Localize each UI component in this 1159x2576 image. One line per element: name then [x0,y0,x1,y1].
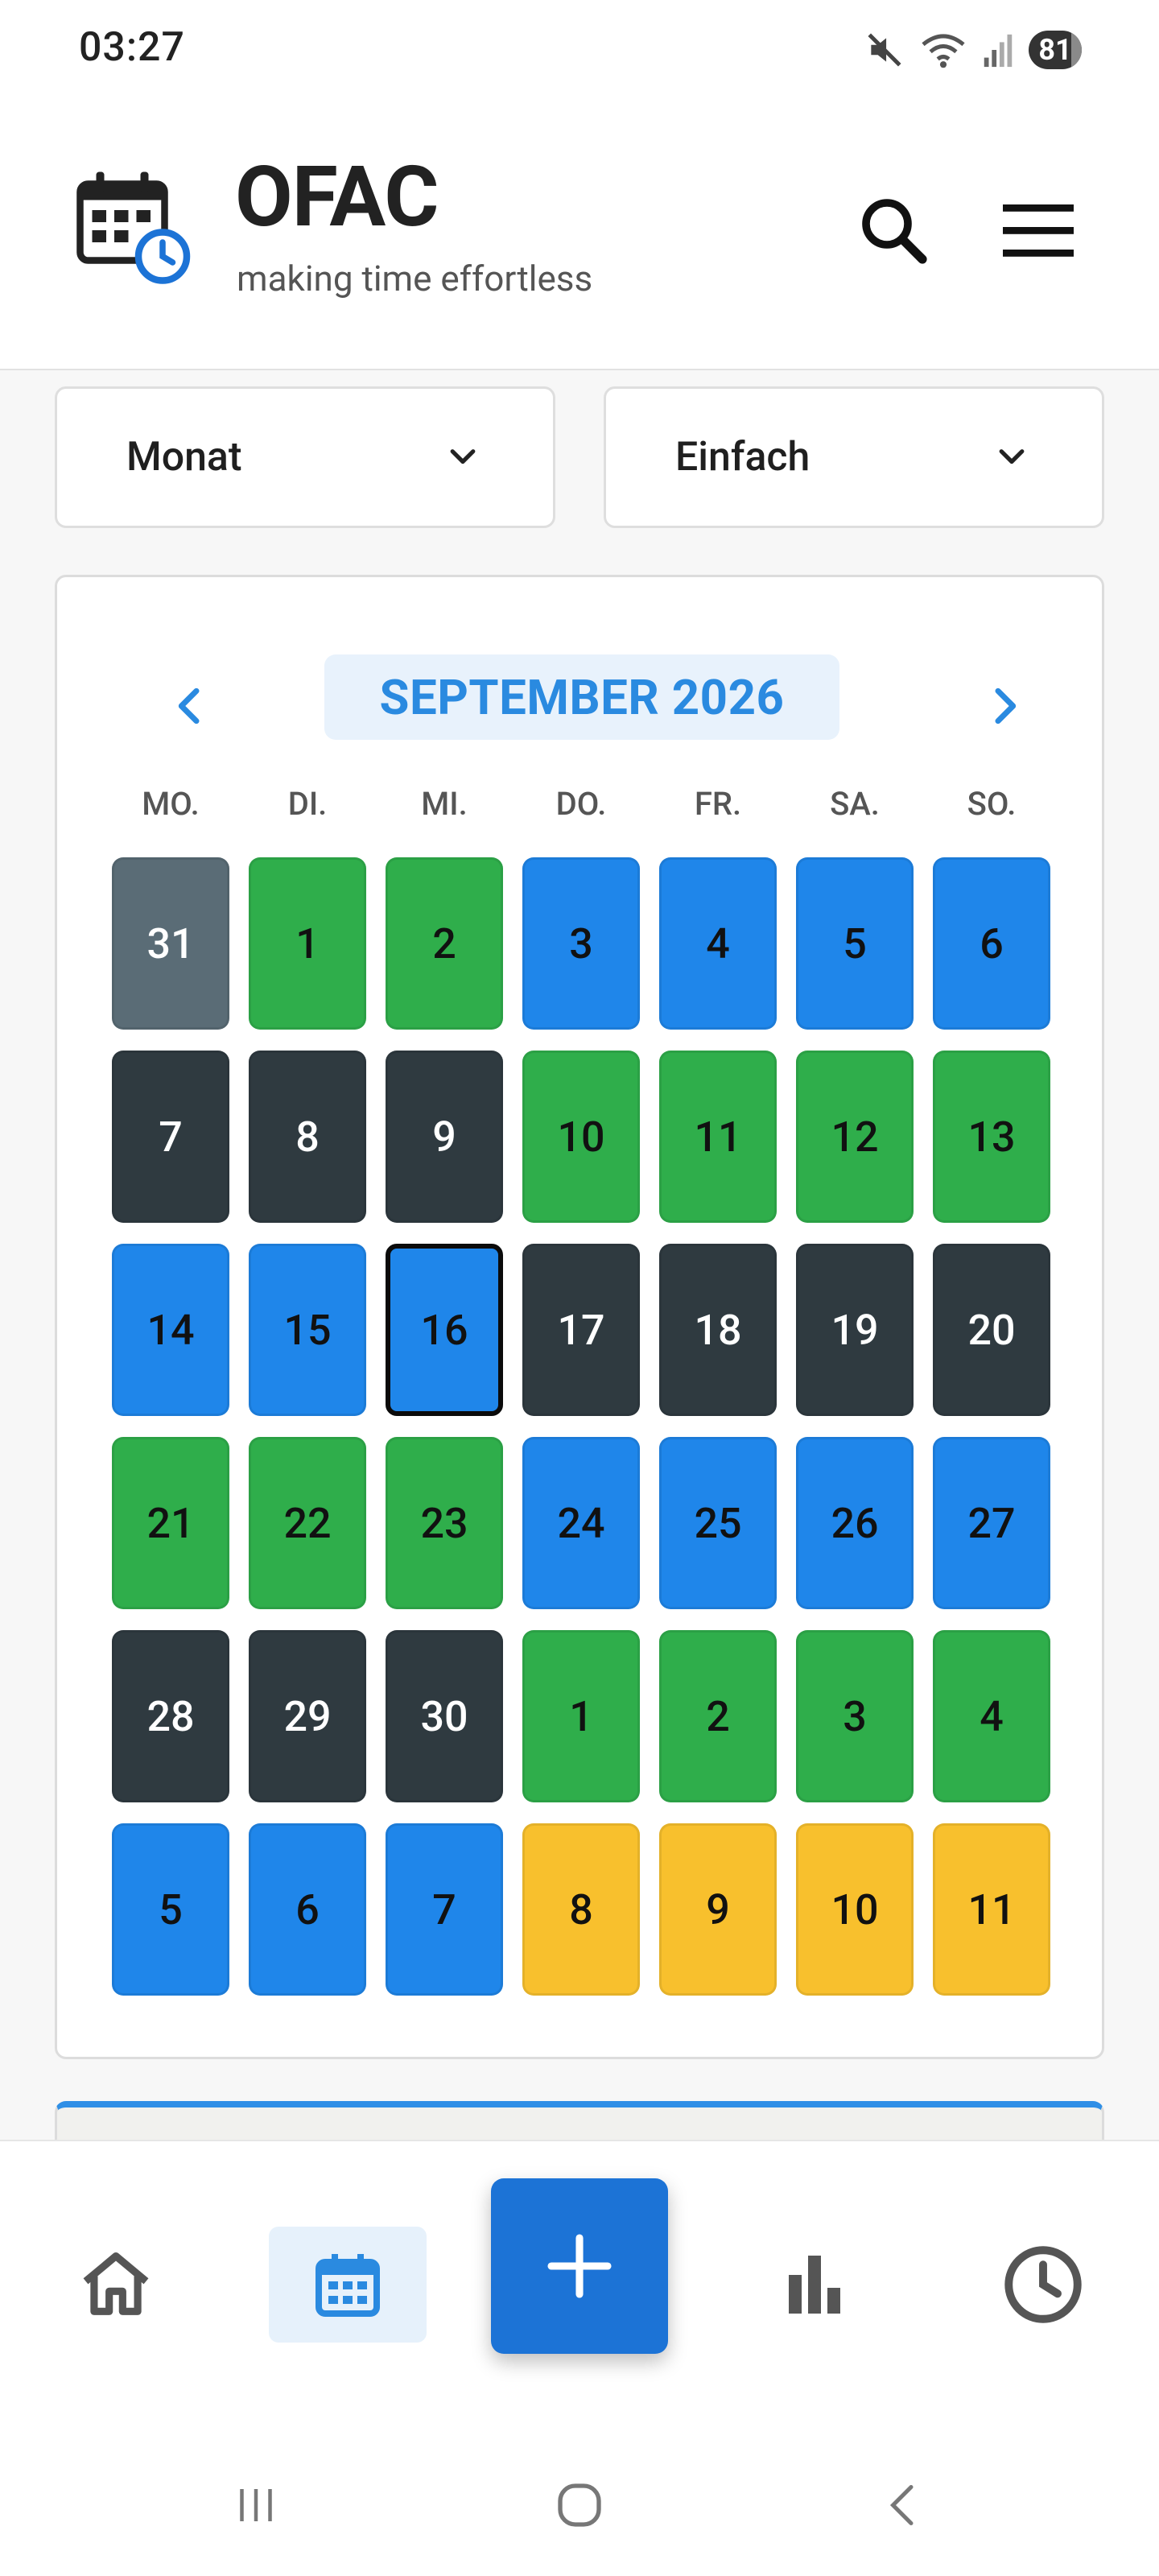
calendar-day[interactable]: 5 [112,1823,229,1996]
search-icon [862,199,927,264]
calendar-day[interactable]: 5 [796,857,914,1030]
stats-icon [789,2256,840,2314]
calendar-day[interactable]: 10 [522,1051,640,1223]
calendar-day[interactable]: 8 [522,1823,640,1996]
calendar-day[interactable]: 20 [933,1244,1050,1416]
chevron-down-icon [450,449,476,464]
calendar-day[interactable]: 17 [522,1244,640,1416]
calendar-day[interactable]: 27 [933,1437,1050,1609]
calendar-day[interactable]: 6 [933,857,1050,1030]
status-bar: 03:27 81 [0,0,1159,97]
calendar-day[interactable]: 15 [249,1244,366,1416]
home-icon [83,2252,149,2315]
back-icon [889,2485,914,2525]
weekday-label: DI. [287,785,328,823]
weekday-label: DO. [555,785,607,823]
calendar-day[interactable]: 13 [933,1051,1050,1223]
calendar-day-selected[interactable]: 16 [386,1244,503,1416]
calendar-day[interactable]: 3 [796,1630,914,1802]
status-time: 03:27 [79,24,185,71]
app-title: OFAC [235,149,439,246]
recent-apps-button[interactable] [208,2473,304,2537]
calendar-day[interactable]: 24 [522,1437,640,1609]
add-icon [547,2234,612,2298]
home-button-icon [558,2483,601,2527]
calendar-day[interactable]: 29 [249,1630,366,1802]
view-select[interactable]: Monat [55,386,555,528]
search-button[interactable] [845,182,942,279]
nav-history[interactable] [964,2227,1122,2343]
app-subtitle: making time effortless [237,258,593,299]
calendar-day[interactable]: 11 [933,1823,1050,1996]
system-home-button[interactable] [531,2473,628,2537]
calendar-clock-logo-icon [76,171,191,284]
battery-level: 81 [1038,33,1072,67]
weekday-label: SA. [830,785,880,823]
calendar-day[interactable]: 7 [386,1823,503,1996]
signal-icon [984,34,1013,68]
history-icon [1004,2246,1082,2323]
calendar-day[interactable]: 30 [386,1630,503,1802]
calendar-day[interactable]: 6 [249,1823,366,1996]
calendar-day[interactable]: 25 [659,1437,777,1609]
calendar-day[interactable]: 1 [249,857,366,1030]
calendar-day[interactable]: 4 [933,1630,1050,1802]
chevron-right-icon [995,687,1017,724]
calendar-icon [316,2254,380,2317]
calendar-day[interactable]: 2 [659,1630,777,1802]
calendar-day[interactable]: 23 [386,1437,503,1609]
app-bar: OFAC making time effortless [0,97,1159,370]
weekday-label: SO. [967,785,1017,823]
menu-button[interactable] [990,182,1087,279]
prev-month-button[interactable] [151,666,231,746]
nav-calendar[interactable] [269,2227,427,2343]
recent-apps-icon [240,2489,272,2521]
calendar-day[interactable]: 4 [659,857,777,1030]
next-month-button[interactable] [963,666,1044,746]
chevron-down-icon [999,449,1025,464]
weekday-label: MI. [421,785,468,823]
calendar-day[interactable]: 2 [386,857,503,1030]
calendar-day[interactable]: 3 [522,857,640,1030]
calendar-day[interactable]: 19 [796,1244,914,1416]
mode-select-value: Einfach [675,434,810,481]
menu-icon [1003,204,1074,257]
calendar-day[interactable]: 9 [659,1823,777,1996]
calendar-day[interactable]: 31 [112,857,229,1030]
calendar-day[interactable]: 28 [112,1630,229,1802]
calendar-day[interactable]: 22 [249,1437,366,1609]
calendar-day[interactable]: 11 [659,1051,777,1223]
wifi-icon [922,34,965,68]
mute-icon [868,33,901,67]
chevron-left-icon [178,687,200,724]
calendar-day[interactable]: 21 [112,1437,229,1609]
view-select-value: Monat [126,434,242,481]
nav-home[interactable] [37,2227,195,2343]
calendar-day[interactable]: 10 [796,1823,914,1996]
system-back-button[interactable] [855,2473,951,2537]
system-nav-bar [0,2421,1159,2576]
calendar-day[interactable]: 12 [796,1051,914,1223]
calendar-day[interactable]: 1 [522,1630,640,1802]
weekday-label: MO. [142,785,200,823]
calendar-day[interactable]: 9 [386,1051,503,1223]
status-icons: 81 [864,24,1082,76]
battery-icon: 81 [1029,31,1082,69]
calendar-day[interactable]: 14 [112,1244,229,1416]
calendar-day[interactable]: 18 [659,1244,777,1416]
add-button[interactable] [491,2178,668,2354]
calendar-day[interactable]: 8 [249,1051,366,1223]
month-label[interactable]: SEPTEMBER 2026 [324,654,839,740]
nav-stats[interactable] [736,2227,893,2343]
calendar-day[interactable]: 26 [796,1437,914,1609]
calendar-card: SEPTEMBER 2026 MO. DI. MI. DO. FR. SA. SO. 31 1 2… [55,575,1104,2059]
calendar-day[interactable]: 7 [112,1051,229,1223]
weekday-label: FR. [694,785,742,823]
mode-select[interactable]: Einfach [604,386,1104,528]
next-section-card [55,2101,1104,2141]
